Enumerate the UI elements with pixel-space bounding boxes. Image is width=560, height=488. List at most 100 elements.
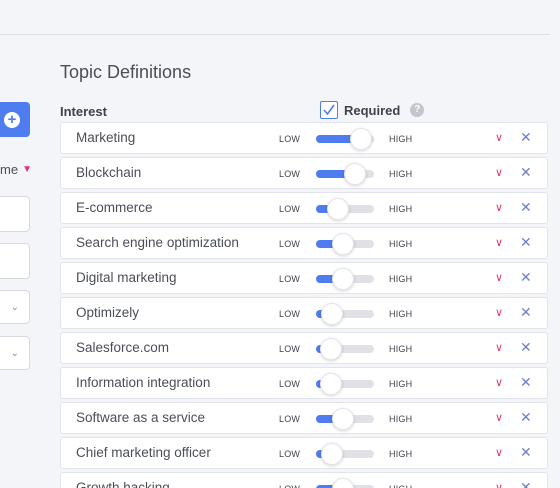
- topic-row: Chief marketing officer LOW HIGH ∨ ✕: [60, 437, 548, 469]
- chevron-down-icon[interactable]: ∨: [495, 131, 503, 144]
- high-label: HIGH: [389, 414, 413, 424]
- close-icon[interactable]: ✕: [520, 339, 532, 356]
- chevron-down-icon: ⌄: [10, 347, 19, 359]
- high-label: HIGH: [389, 239, 413, 249]
- low-label: LOW: [279, 484, 300, 488]
- close-icon[interactable]: ✕: [520, 164, 532, 181]
- low-label: LOW: [279, 134, 301, 144]
- topic-name: Blockchain: [76, 165, 142, 180]
- low-label: LOW: [279, 379, 301, 389]
- high-label: HIGH: [389, 204, 413, 214]
- topic-name: Digital marketing: [76, 270, 177, 285]
- chevron-down-icon[interactable]: ∨: [495, 481, 503, 488]
- plus-circle-icon: +: [4, 111, 20, 128]
- topic-row: Marketing LOW HIGH ∨ ✕: [60, 122, 548, 154]
- close-icon[interactable]: ✕: [520, 129, 532, 146]
- low-label: LOW: [279, 204, 301, 214]
- required-toggle[interactable]: Required ?: [320, 101, 425, 119]
- chevron-down-icon[interactable]: ∨: [495, 446, 503, 459]
- text-field[interactable]: [0, 196, 30, 232]
- slider-knob[interactable]: [326, 198, 349, 220]
- section-title: Topic Definitions: [60, 62, 192, 82]
- low-label: LOW: [279, 169, 301, 179]
- slider-knob[interactable]: [332, 408, 355, 430]
- slider-knob[interactable]: [321, 443, 344, 465]
- select-field[interactable]: ⌄: [0, 336, 30, 370]
- chevron-down-icon[interactable]: ∨: [495, 166, 503, 179]
- topic-name: Marketing: [76, 130, 136, 145]
- close-icon[interactable]: ✕: [520, 269, 532, 286]
- topic-name: Growth hacking: [76, 480, 170, 488]
- high-label: HIGH: [389, 134, 413, 144]
- topic-name: Optimizely: [76, 305, 140, 320]
- interest-column-header: Interest: [60, 104, 107, 119]
- required-label: Required: [344, 102, 401, 118]
- chevron-down-icon[interactable]: ∨: [495, 271, 503, 284]
- topic-row: Blockchain LOW HIGH ∨ ✕: [60, 157, 548, 189]
- chevron-down-icon[interactable]: ∨: [495, 236, 503, 249]
- slider-knob[interactable]: [350, 128, 373, 150]
- slider-knob[interactable]: [332, 268, 355, 290]
- topic-row: Optimizely LOW HIGH ∨ ✕: [60, 297, 548, 329]
- topic-row: Salesforce.com LOW HIGH ∨ ✕: [60, 332, 548, 364]
- close-icon[interactable]: ✕: [520, 234, 532, 251]
- close-icon[interactable]: ✕: [520, 199, 532, 216]
- topic-row: Information integration LOW HIGH ∨ ✕: [60, 367, 548, 399]
- chevron-down-icon[interactable]: ∨: [495, 306, 503, 319]
- close-icon[interactable]: ✕: [520, 374, 532, 391]
- help-icon[interactable]: ?: [410, 103, 425, 117]
- high-label: HIGH: [389, 379, 413, 389]
- close-icon[interactable]: ✕: [520, 479, 532, 488]
- slider-knob[interactable]: [344, 163, 367, 185]
- close-icon[interactable]: ✕: [520, 409, 532, 426]
- sort-dropdown[interactable]: me ▼: [0, 162, 32, 177]
- interest-slider[interactable]: [316, 443, 374, 465]
- topic-name: Chief marketing officer: [76, 445, 211, 460]
- required-checkbox[interactable]: [320, 101, 338, 119]
- topic-name: Software as a service: [76, 410, 206, 425]
- high-label: HIGH: [389, 484, 412, 488]
- chevron-down-icon[interactable]: ∨: [495, 411, 503, 424]
- high-label: HIGH: [389, 344, 413, 354]
- slider-knob[interactable]: [321, 303, 344, 325]
- topic-name: E-commerce: [76, 200, 153, 215]
- close-icon[interactable]: ✕: [520, 304, 532, 321]
- interest-slider[interactable]: [316, 128, 374, 150]
- slider-knob[interactable]: [332, 478, 355, 488]
- chevron-down-icon: ▼: [22, 164, 32, 175]
- close-icon[interactable]: ✕: [520, 444, 532, 461]
- select-field[interactable]: ⌄: [0, 290, 30, 324]
- topic-row: Search engine optimization LOW HIGH ∨ ✕: [60, 227, 548, 259]
- interest-slider[interactable]: [316, 303, 374, 325]
- interest-slider[interactable]: [316, 268, 374, 290]
- low-label: LOW: [279, 239, 301, 249]
- interest-slider[interactable]: [316, 408, 374, 430]
- chevron-down-icon[interactable]: ∨: [495, 341, 503, 354]
- text-field[interactable]: [0, 243, 30, 279]
- low-label: LOW: [279, 344, 301, 354]
- topic-name: Search engine optimization: [76, 235, 239, 250]
- interest-slider[interactable]: [316, 233, 374, 255]
- topic-row: Software as a service LOW HIGH ∨ ✕: [60, 402, 548, 434]
- topic-row: Growth hacking LOW HIGH ∨ ✕: [60, 472, 548, 488]
- low-label: LOW: [279, 309, 301, 319]
- chevron-down-icon[interactable]: ∨: [495, 376, 503, 389]
- checkmark-icon: [323, 104, 335, 116]
- topic-name: Salesforce.com: [76, 340, 170, 355]
- interest-slider[interactable]: [316, 198, 374, 220]
- high-label: HIGH: [389, 449, 413, 459]
- chevron-down-icon[interactable]: ∨: [495, 201, 503, 214]
- sort-label: me: [0, 162, 19, 177]
- interest-slider[interactable]: [316, 373, 374, 395]
- slider-knob[interactable]: [319, 338, 342, 360]
- interest-slider[interactable]: [316, 338, 374, 360]
- topic-name: Information integration: [76, 375, 211, 390]
- interest-slider[interactable]: [316, 163, 374, 185]
- slider-knob[interactable]: [332, 233, 355, 255]
- topic-row: Digital marketing LOW HIGH ∨ ✕: [60, 262, 548, 294]
- low-label: LOW: [279, 449, 301, 459]
- slider-knob[interactable]: [319, 373, 342, 395]
- add-topic-button[interactable]: +: [0, 102, 30, 137]
- topic-row: E-commerce LOW HIGH ∨ ✕: [60, 192, 548, 224]
- low-label: LOW: [279, 274, 301, 284]
